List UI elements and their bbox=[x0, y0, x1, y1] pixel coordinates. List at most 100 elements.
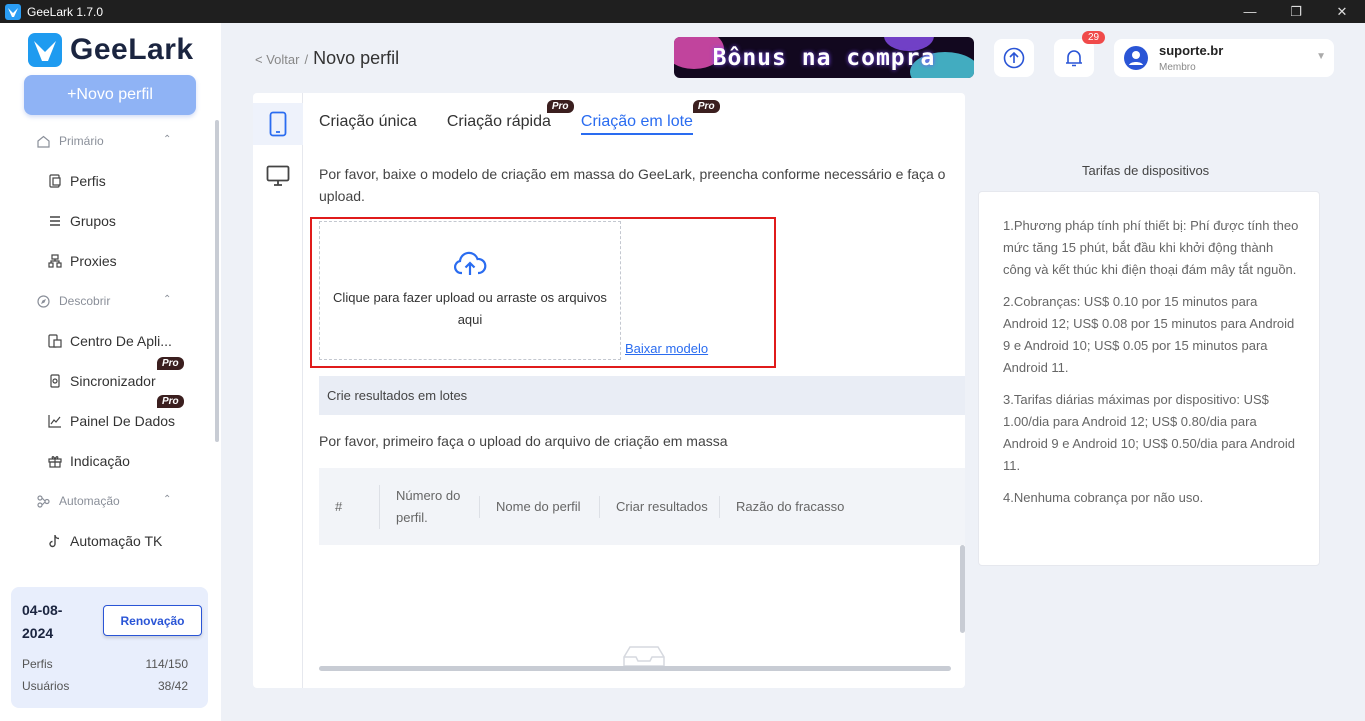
plan-profiles-label: Perfis bbox=[22, 657, 53, 671]
window-title: GeeLark 1.7.0 bbox=[27, 4, 104, 19]
plan-users-label: Usuários bbox=[22, 679, 70, 693]
sidebar-section-automacao[interactable]: Automação ⌃ bbox=[0, 481, 212, 521]
restore-button[interactable]: ❐ bbox=[1273, 0, 1319, 23]
profile-icon bbox=[47, 174, 63, 188]
fee-paragraph: 4.Nenhuma cobrança por não uso. bbox=[1003, 490, 1204, 505]
breadcrumb: < Voltar / Novo perfil bbox=[255, 48, 399, 69]
phone-icon bbox=[269, 111, 287, 137]
tab-criacao-unica[interactable]: Criação única bbox=[319, 113, 417, 135]
close-button[interactable]: ✕ bbox=[1319, 0, 1365, 23]
section-label: Descobrir bbox=[59, 294, 111, 308]
sidebar-section-primario[interactable]: Primário ⌃ bbox=[0, 121, 212, 161]
user-menu[interactable]: suporte.br Membro ▼ bbox=[1114, 39, 1334, 77]
sidebar-item-perfis[interactable]: Perfis bbox=[0, 161, 212, 201]
notification-count-badge: 29 bbox=[1082, 31, 1106, 44]
notifications-button[interactable] bbox=[1054, 39, 1094, 77]
tab-criacao-em-lote[interactable]: Criação em lote Pro bbox=[580, 100, 720, 135]
sidebar-item-proxies[interactable]: Proxies bbox=[0, 241, 212, 281]
logo: GeeLark bbox=[28, 33, 194, 67]
tab-label: Criação em lote bbox=[580, 113, 693, 130]
creation-panel: Criação única Criação rápida Pro Criação… bbox=[253, 93, 965, 688]
home-icon bbox=[37, 135, 51, 148]
section-label: Primário bbox=[59, 134, 104, 148]
column-header-create-results: Criar resultados bbox=[599, 495, 719, 518]
minimize-button[interactable]: — bbox=[1227, 0, 1273, 23]
sync-icon bbox=[47, 374, 63, 388]
chart-icon bbox=[47, 414, 63, 428]
sidebar-nav: Primário ⌃ Perfis Grupos Proxies Descobr… bbox=[0, 121, 212, 561]
monitor-icon bbox=[266, 165, 290, 186]
fee-paragraph: 2.Cobranças: US$ 0.10 por 15 minutos par… bbox=[1003, 294, 1295, 375]
device-fees-card: 1.Phương pháp tính phí thiết bị: Phí đượ… bbox=[978, 191, 1320, 566]
sidebar: GeeLark +Novo perfil Primário ⌃ Perfis G… bbox=[0, 23, 221, 721]
new-profile-button[interactable]: +Novo perfil bbox=[24, 75, 196, 115]
section-label: Automação bbox=[59, 494, 120, 508]
user-role: Membro bbox=[1159, 62, 1196, 73]
network-icon bbox=[47, 254, 63, 268]
results-section-header: Crie resultados em lotes bbox=[319, 376, 965, 415]
fee-paragraph: 3.Tarifas diárias máximas por dispositiv… bbox=[1003, 392, 1295, 473]
download-template-link[interactable]: Baixar modelo bbox=[625, 341, 708, 356]
plan-profiles-value: 114/150 bbox=[145, 657, 189, 671]
instructions-text: Por favor, baixe o modelo de criação em … bbox=[319, 166, 946, 204]
tiktok-icon bbox=[47, 534, 63, 548]
upload-status-button[interactable] bbox=[994, 39, 1034, 77]
title-bar: GeeLark 1.7.0 — ❐ ✕ bbox=[0, 0, 1365, 23]
chevron-up-icon: ⌃ bbox=[163, 494, 172, 505]
arrow-up-icon bbox=[1003, 47, 1025, 69]
column-header-profile-number: Número do perfil. bbox=[379, 484, 479, 529]
sidebar-item-automacao-tk[interactable]: Automação TK bbox=[0, 521, 212, 561]
file-upload-dropzone[interactable]: Clique para fazer upload ou arraste os a… bbox=[319, 221, 621, 360]
device-fees-panel: Tarifas de dispositivos 1.Phương pháp tí… bbox=[965, 93, 1333, 688]
sidebar-scrollbar[interactable] bbox=[215, 120, 219, 442]
plan-profiles-row: Perfis 114/150 bbox=[22, 657, 188, 671]
sidebar-item-label: Painel De Dados bbox=[70, 413, 176, 429]
tab-mobile-device[interactable] bbox=[253, 103, 303, 145]
compass-icon bbox=[37, 294, 51, 308]
geelark-logo-icon bbox=[28, 33, 62, 67]
plan-expiry-date: 04-08-2024 bbox=[22, 602, 63, 641]
tab-criacao-rapida[interactable]: Criação rápida Pro bbox=[446, 100, 574, 135]
sidebar-item-label: Centro De Apli... bbox=[70, 333, 172, 349]
pro-badge: Pro bbox=[546, 100, 574, 113]
sidebar-item-indicacao[interactable]: Indicação bbox=[0, 441, 212, 481]
gift-icon bbox=[47, 454, 63, 468]
table-horizontal-scrollbar[interactable] bbox=[319, 666, 951, 671]
sidebar-item-label: Automação TK bbox=[70, 533, 163, 549]
geelark-app-icon bbox=[5, 3, 21, 20]
apps-icon bbox=[47, 334, 63, 348]
plan-users-row: Usuários 38/42 bbox=[22, 679, 188, 693]
device-fees-title: Tarifas de dispositivos bbox=[1082, 163, 1210, 178]
cloud-upload-icon bbox=[454, 251, 487, 275]
breadcrumb-separator: / bbox=[304, 52, 309, 67]
pro-badge: Pro bbox=[157, 357, 184, 370]
avatar-icon bbox=[1124, 46, 1148, 70]
sidebar-item-centro-de-aplicativos[interactable]: Centro De Apli... bbox=[0, 321, 212, 361]
sidebar-item-label: Proxies bbox=[70, 253, 117, 269]
page-title: Novo perfil bbox=[313, 48, 400, 68]
column-header-failure-reason: Razão do fracasso bbox=[719, 495, 965, 518]
plan-card: 04-08-2024 Renovação Perfis 114/150 Usuá… bbox=[11, 587, 208, 708]
logo-text: GeeLark bbox=[70, 33, 194, 66]
renew-button[interactable]: Renovação bbox=[103, 605, 202, 636]
fee-paragraph: 1.Phương pháp tính phí thiết bị: Phí đượ… bbox=[1003, 218, 1299, 277]
column-header-profile-name: Nome do perfil bbox=[479, 495, 599, 518]
sidebar-item-painel-de-dados[interactable]: Painel De Dados Pro bbox=[0, 395, 212, 441]
chevron-up-icon: ⌃ bbox=[163, 134, 172, 145]
pro-badge: Pro bbox=[157, 395, 184, 408]
chevron-down-icon: ▼ bbox=[1316, 51, 1326, 62]
tab-label: Criação rápida bbox=[446, 113, 551, 130]
creation-mode-tabs: Criação única Criação rápida Pro Criação… bbox=[319, 100, 723, 135]
bonus-banner[interactable]: Bônus na compra bbox=[674, 37, 974, 78]
bell-icon bbox=[1066, 50, 1082, 67]
back-link[interactable]: < Voltar bbox=[255, 52, 299, 67]
results-table-header: # Número do perfil. Nome do perfil Criar… bbox=[319, 468, 965, 545]
sidebar-item-label: Indicação bbox=[70, 453, 130, 469]
automation-icon bbox=[37, 494, 51, 508]
sidebar-item-grupos[interactable]: Grupos bbox=[0, 201, 212, 241]
bonus-banner-text: Bônus na compra bbox=[712, 44, 936, 71]
sidebar-section-descobrir[interactable]: Descobrir ⌃ bbox=[0, 281, 212, 321]
column-header-index: # bbox=[335, 498, 343, 514]
chevron-up-icon: ⌃ bbox=[163, 294, 172, 305]
tab-desktop-device[interactable] bbox=[253, 155, 303, 197]
